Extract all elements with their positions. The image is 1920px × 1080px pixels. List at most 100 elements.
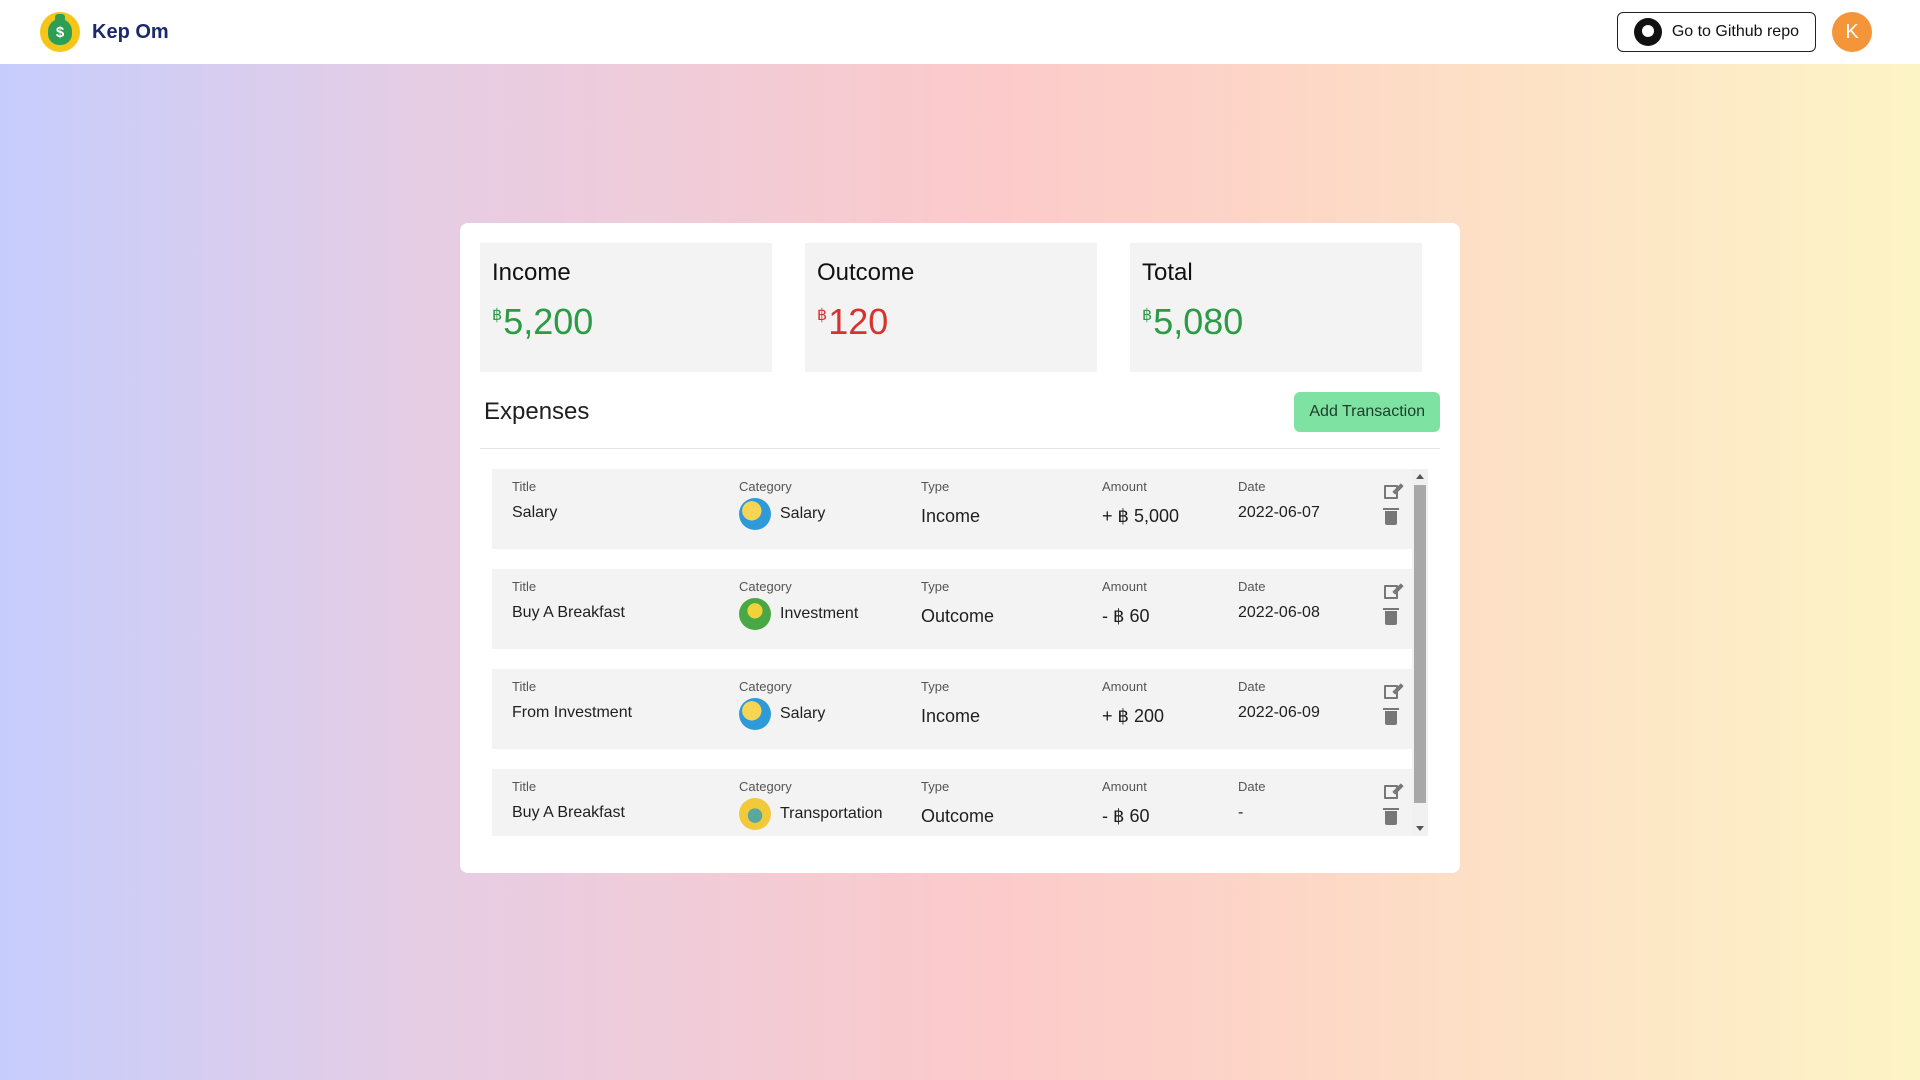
top-bar: $ Kep Om Go to Github repo K <box>0 0 1920 64</box>
trash-icon[interactable] <box>1383 708 1399 725</box>
row-actions <box>1383 583 1399 625</box>
outcome-stat: Outcome ฿ 120 <box>805 243 1097 372</box>
edit-icon[interactable] <box>1384 585 1398 599</box>
category-label: Category <box>739 779 792 794</box>
type-cell: Type Income <box>921 679 980 727</box>
avatar[interactable]: K <box>1832 12 1872 52</box>
scroll-down-icon[interactable] <box>1416 826 1424 831</box>
date-label: Date <box>1238 779 1266 794</box>
date-value: 2022-06-08 <box>1238 604 1320 621</box>
title-cell: Title Salary <box>512 479 557 522</box>
date-cell: Date 2022-06-08 <box>1238 579 1320 622</box>
trash-icon[interactable] <box>1383 808 1399 825</box>
total-stat: Total ฿ 5,080 <box>1130 243 1422 372</box>
category-cell: Category Investment <box>739 579 858 630</box>
outcome-title: Outcome <box>817 259 915 286</box>
date-value: 2022-06-07 <box>1238 504 1320 521</box>
title-label: Title <box>512 579 537 594</box>
expenses-header: Expenses Add Transaction <box>480 392 1440 449</box>
category-label: Category <box>739 679 792 694</box>
amount-value: + ฿ 200 <box>1102 706 1164 726</box>
edit-icon[interactable] <box>1384 785 1398 799</box>
table-row[interactable]: Title Buy A Breakfast Category Investmen… <box>492 569 1412 649</box>
type-label: Type <box>921 679 950 694</box>
amount-cell: Amount - ฿ 60 <box>1102 579 1149 627</box>
outcome-amount: 120 <box>828 301 889 342</box>
table-row[interactable]: Title Salary Category Salary Type Income… <box>492 469 1412 549</box>
amount-cell: Amount + ฿ 5,000 <box>1102 479 1179 527</box>
total-title: Total <box>1142 259 1193 286</box>
table-row[interactable]: Title From Investment Category Salary Ty… <box>492 669 1412 749</box>
category-icon <box>739 498 771 530</box>
type-label: Type <box>921 479 950 494</box>
github-icon <box>1633 18 1662 46</box>
date-value: 2022-06-09 <box>1238 704 1320 721</box>
type-value: Outcome <box>921 806 995 826</box>
amount-cell: Amount - ฿ 60 <box>1102 779 1149 827</box>
total-amount: 5,080 <box>1153 301 1244 342</box>
money-bag-icon: $ <box>40 12 80 52</box>
income-title: Income <box>492 259 571 286</box>
type-cell: Type Outcome <box>921 779 994 827</box>
title-value: From Investment <box>512 704 633 721</box>
category-value: Investment <box>780 605 859 622</box>
date-cell: Date 2022-06-07 <box>1238 479 1320 522</box>
category-icon <box>739 798 771 830</box>
date-label: Date <box>1238 579 1266 594</box>
row-actions <box>1383 483 1399 525</box>
scroll-up-icon[interactable] <box>1416 474 1424 479</box>
currency-symbol: ฿ <box>1142 307 1153 324</box>
type-cell: Type Income <box>921 479 980 527</box>
trash-icon[interactable] <box>1383 508 1399 525</box>
category-icon <box>739 698 771 730</box>
amount-cell: Amount + ฿ 200 <box>1102 679 1164 727</box>
income-amount: 5,200 <box>503 301 594 342</box>
title-label: Title <box>512 479 537 494</box>
row-actions <box>1383 783 1399 825</box>
trash-icon[interactable] <box>1383 608 1399 625</box>
date-label: Date <box>1238 679 1266 694</box>
amount-label: Amount <box>1102 779 1147 794</box>
table-row[interactable]: Title Buy A Breakfast Category Transport… <box>492 769 1412 836</box>
title-cell: Title Buy A Breakfast <box>512 779 625 822</box>
expenses-title: Expenses <box>484 398 590 425</box>
dashboard-card: Income ฿ 5,200 Outcome ฿ 120 Total ฿ 5,0… <box>460 223 1460 873</box>
category-cell: Category Salary <box>739 679 825 730</box>
date-value: - <box>1238 804 1244 821</box>
category-cell: Category Transportation <box>739 779 883 830</box>
title-value: Buy A Breakfast <box>512 604 625 621</box>
title-cell: Title From Investment <box>512 679 632 722</box>
amount-label: Amount <box>1102 579 1147 594</box>
category-icon <box>739 598 771 630</box>
edit-icon[interactable] <box>1384 485 1398 499</box>
add-transaction-button[interactable]: Add Transaction <box>1294 392 1440 432</box>
amount-value: - ฿ 60 <box>1102 806 1150 826</box>
amount-label: Amount <box>1102 479 1147 494</box>
title-value: Buy A Breakfast <box>512 804 625 821</box>
scrollbar[interactable] <box>1412 469 1428 836</box>
transactions-list[interactable]: Title Salary Category Salary Type Income… <box>492 469 1428 836</box>
category-cell: Category Salary <box>739 479 825 530</box>
category-value: Salary <box>780 505 826 522</box>
category-label: Category <box>739 479 792 494</box>
category-value: Transportation <box>780 805 883 822</box>
brand[interactable]: $ Kep Om <box>40 12 169 52</box>
type-value: Income <box>921 706 981 726</box>
total-value: ฿ 5,080 <box>1142 301 1410 343</box>
currency-symbol: ฿ <box>492 307 503 324</box>
scroll-thumb[interactable] <box>1414 485 1426 803</box>
category-label: Category <box>739 579 792 594</box>
type-cell: Type Outcome <box>921 579 994 627</box>
amount-value: + ฿ 5,000 <box>1102 506 1180 526</box>
title-label: Title <box>512 679 537 694</box>
type-value: Income <box>921 506 981 526</box>
title-label: Title <box>512 779 537 794</box>
title-value: Salary <box>512 504 558 521</box>
category-value: Salary <box>780 705 826 722</box>
title-cell: Title Buy A Breakfast <box>512 579 625 622</box>
amount-label: Amount <box>1102 679 1147 694</box>
github-button-label: Go to Github repo <box>1671 23 1799 40</box>
github-repo-button[interactable]: Go to Github repo <box>1616 12 1816 52</box>
row-actions <box>1383 683 1399 725</box>
edit-icon[interactable] <box>1384 685 1398 699</box>
